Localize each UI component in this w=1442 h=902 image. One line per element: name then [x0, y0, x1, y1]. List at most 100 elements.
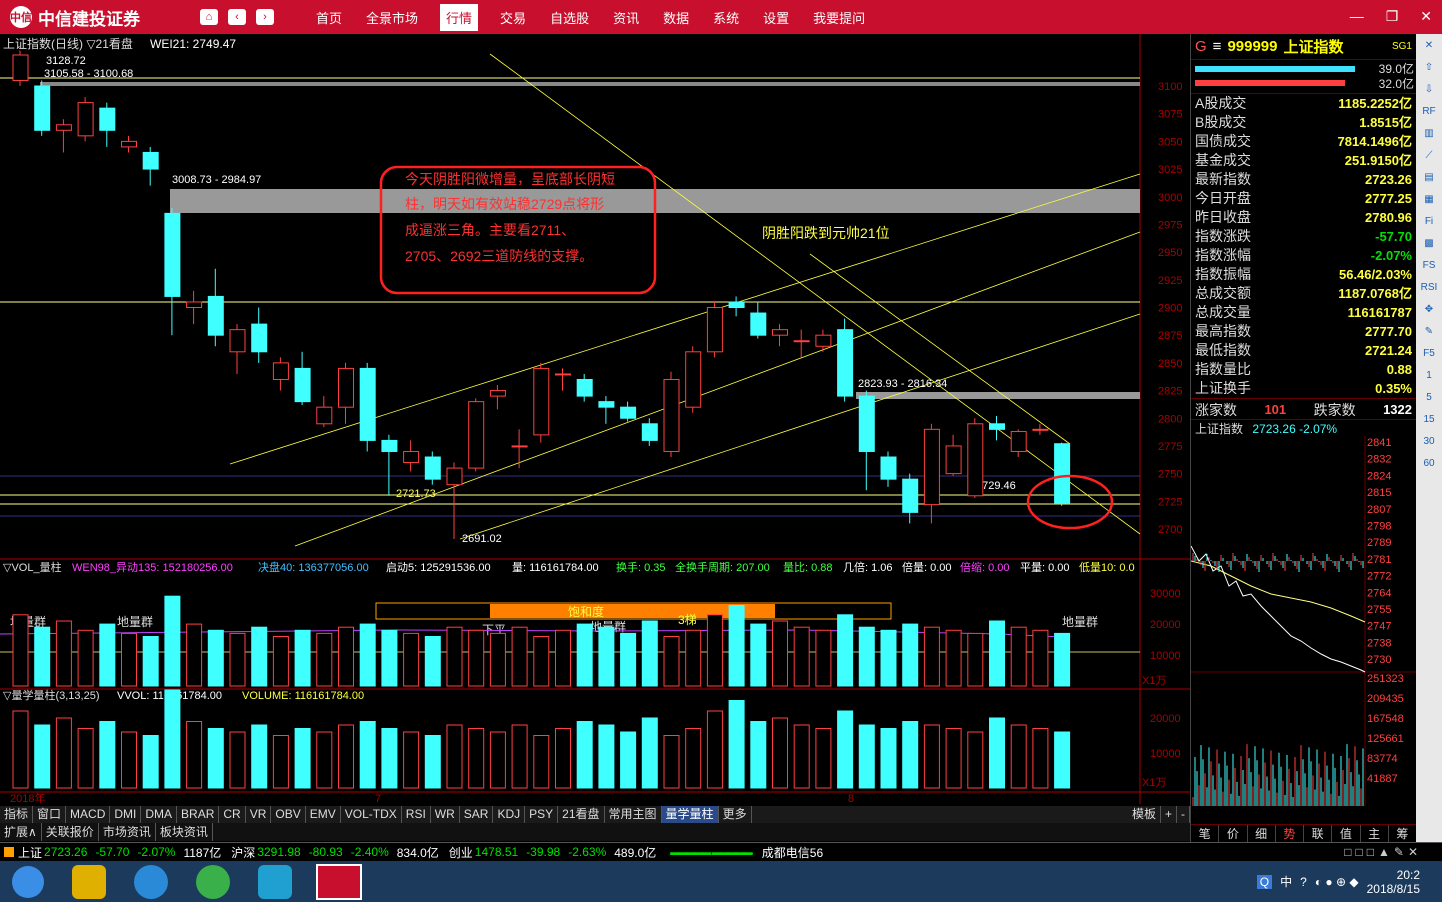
toolbar-period-5[interactable]: 5: [1418, 386, 1440, 408]
extension-tab[interactable]: 扩展∧: [0, 823, 42, 841]
toolbar-move-icon[interactable]: ✥: [1418, 298, 1440, 320]
toolbar-period-60[interactable]: 60: [1418, 452, 1440, 474]
toolbar-up-icon[interactable]: ⇧: [1418, 56, 1440, 78]
indicator-tab[interactable]: 量学量柱: [661, 806, 719, 823]
ie-icon[interactable]: [134, 864, 168, 899]
indicator-tab[interactable]: 更多: [719, 806, 752, 823]
toolbar-period-15[interactable]: 15: [1418, 408, 1440, 430]
app-icon-1[interactable]: [72, 864, 106, 899]
back-icon[interactable]: ‹: [228, 9, 246, 25]
template-control[interactable]: +: [1161, 806, 1177, 823]
panel-tab[interactable]: 联: [1304, 825, 1333, 842]
quote-label: 总成交额: [1195, 285, 1251, 301]
quote-panel: G ≡ 999999 上证指数 SG1 39.0亿 32.0亿 A股成交 1185…: [1190, 34, 1417, 842]
volume-bar: [923, 626, 940, 687]
template-control[interactable]: 模板: [1128, 806, 1161, 823]
app-icon-3[interactable]: [196, 864, 230, 899]
help-icon[interactable]: ?: [1300, 875, 1307, 889]
start-button[interactable]: [12, 865, 44, 898]
ime-icon[interactable]: Q: [1256, 874, 1273, 889]
toolbar-down-icon[interactable]: ⇩: [1418, 78, 1440, 100]
toolbar-rsi-icon[interactable]: RSI: [1418, 276, 1440, 298]
indicator-tab[interactable]: 指标: [0, 806, 34, 823]
indicator-tab[interactable]: MACD: [66, 806, 111, 823]
toolbar-chart-icon[interactable]: ▥: [1418, 122, 1440, 144]
price-tick: 2850: [1158, 358, 1182, 370]
zxjt-task-icon[interactable]: [316, 863, 362, 900]
toolbar-period-30[interactable]: 30: [1418, 430, 1440, 452]
quote-value: 2721.24: [1365, 343, 1412, 358]
panel-tab[interactable]: 势: [1276, 825, 1304, 842]
mini-tick: 167548: [1367, 713, 1404, 725]
extension-tab[interactable]: 关联报价: [42, 823, 99, 841]
ime-label[interactable]: 中: [1280, 873, 1292, 890]
extension-tab[interactable]: 市场资讯: [99, 823, 156, 841]
indicator-tab[interactable]: 21看盘: [558, 806, 605, 823]
indicator-tab[interactable]: VOL-TDX: [341, 806, 402, 823]
menu-icon[interactable]: ≡: [1213, 38, 1222, 55]
menu-data[interactable]: 数据: [661, 4, 691, 31]
menu-settings[interactable]: 设置: [761, 4, 791, 31]
indicator-tab[interactable]: VR: [246, 806, 272, 823]
menu-home[interactable]: 首页: [314, 4, 344, 31]
menu-trade[interactable]: 交易: [498, 4, 528, 31]
toolbar-rf-icon[interactable]: RF: [1418, 100, 1440, 122]
panel-tab[interactable]: 价: [1219, 825, 1248, 842]
intraday-chart[interactable]: 2841 2832 2824 2815 2807 2798 2789 2781 2772 2764…: [1190, 436, 1417, 806]
toolbar-grid-icon[interactable]: ▩: [1418, 232, 1440, 254]
panel-tab[interactable]: 筹: [1389, 825, 1417, 842]
home-icon[interactable]: ⌂: [200, 9, 218, 25]
indicator-tab[interactable]: BRAR: [177, 806, 220, 823]
toolbar-line-icon[interactable]: ⟋: [1418, 144, 1440, 166]
indicator-tab[interactable]: DMA: [141, 806, 178, 823]
price-tick: 2750: [1158, 469, 1182, 481]
template-control[interactable]: -: [1177, 806, 1190, 823]
indicator-tab[interactable]: KDJ: [493, 806, 526, 823]
panel-tab[interactable]: 细: [1248, 825, 1276, 842]
up-count: 101: [1264, 402, 1287, 417]
toolbar-fs-icon[interactable]: FS: [1418, 254, 1440, 276]
panel-tab[interactable]: 值: [1332, 825, 1361, 842]
lx-bar: [945, 728, 962, 789]
panel-tab[interactable]: 笔: [1191, 825, 1220, 842]
panel-tab[interactable]: 主: [1361, 825, 1389, 842]
indicator-tab[interactable]: 窗口: [33, 806, 67, 823]
candle-body: [359, 367, 376, 441]
indicator-tab[interactable]: DMI: [110, 806, 142, 823]
menu-watchlist[interactable]: 自选股: [548, 4, 591, 31]
indicator-tab[interactable]: PSY: [525, 806, 559, 823]
menu-panorama[interactable]: 全景市场: [364, 4, 420, 31]
indicator-tab[interactable]: OBV: [271, 806, 306, 823]
top-menu: 首页 全景市场 行情 交易 自选股 资讯 数据 系统 设置 我要提问: [304, 3, 877, 31]
toolbar-pen-icon[interactable]: ✎: [1418, 320, 1440, 342]
toolbar-period-1[interactable]: 1: [1418, 364, 1440, 386]
status-tools[interactable]: □□□▲✎✕: [1344, 845, 1422, 859]
menu-system[interactable]: 系统: [711, 4, 741, 31]
indicator-tab[interactable]: 常用主图: [605, 806, 662, 823]
minimize-button[interactable]: —: [1350, 8, 1364, 25]
volume-bar: [381, 629, 398, 687]
indicator-tab[interactable]: RSI: [402, 806, 431, 823]
indicator-tab[interactable]: CR: [219, 806, 246, 823]
toolbar-bars-icon[interactable]: ▤: [1418, 166, 1440, 188]
kline-chart[interactable]: 上证指数(日线) ▽21看盘 WEI21: 2749.47 3128.72 31…: [0, 34, 1190, 804]
lx-tick: 20000: [1150, 713, 1181, 725]
toolbar-f5-icon[interactable]: F5: [1418, 342, 1440, 364]
toolbar-kline-icon[interactable]: ▦: [1418, 188, 1440, 210]
quote-label: 基金成交: [1195, 152, 1251, 168]
toolbar-x-icon[interactable]: ✕: [1418, 34, 1440, 56]
extension-tab[interactable]: 板块资讯: [156, 823, 213, 841]
menu-quotes[interactable]: 行情: [440, 3, 479, 31]
menu-ask[interactable]: 我要提问: [811, 4, 867, 31]
close-button[interactable]: ✕: [1420, 8, 1432, 25]
indicator-tab[interactable]: EMV: [306, 806, 341, 823]
menu-news[interactable]: 资讯: [611, 4, 641, 31]
forward-icon[interactable]: ›: [256, 9, 274, 25]
toolbar-fi-icon[interactable]: Fi: [1418, 210, 1440, 232]
indicator-tab[interactable]: SAR: [460, 806, 494, 823]
player-icon[interactable]: [258, 864, 292, 899]
restore-button[interactable]: ❐: [1386, 8, 1399, 25]
indicator-tab[interactable]: WR: [431, 806, 460, 823]
tray-icons[interactable]: ◐ ● ⊕ ◆: [1315, 875, 1359, 889]
volume-bar: [338, 626, 354, 687]
